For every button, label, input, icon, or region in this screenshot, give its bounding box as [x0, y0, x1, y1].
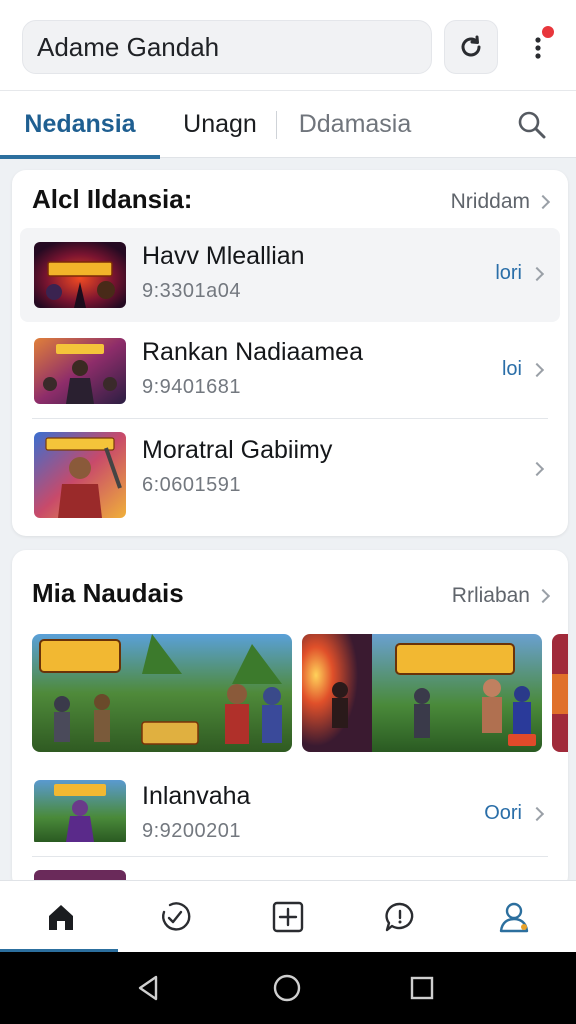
tab-nedansia[interactable]: Nedansia: [0, 91, 160, 157]
section-title: Mia Naudais: [32, 578, 184, 608]
item-action-label: loi: [501, 358, 522, 380]
nav-activity[interactable]: [153, 895, 197, 939]
list-item[interactable]: Rankan Nadiaamea 9:9401681 loi: [20, 324, 560, 418]
active-tab-indicator: [0, 155, 160, 159]
game-thumbnail: [34, 432, 126, 518]
system-home-button[interactable]: [269, 970, 305, 1006]
system-recents-button[interactable]: [404, 970, 440, 1006]
item-subtitle: 9:9200201: [142, 820, 242, 842]
section-see-all-link[interactable]: Nriddam: [450, 190, 551, 214]
list-item[interactable]: Havv Mleallian 9:3301a04 lori: [20, 228, 560, 322]
chevron-right-icon: [529, 362, 545, 377]
list-item[interactable]: Moratral Gabiimy 6:0601591: [20, 422, 560, 518]
chevron-right-icon: [535, 588, 551, 604]
item-title: Rankan Nadiaamea: [142, 338, 363, 366]
item-action[interactable]: loi: [501, 358, 545, 381]
nav-create[interactable]: [266, 895, 310, 939]
item-action[interactable]: Oori: [484, 802, 545, 825]
search-field-text: Adame Gandah: [37, 31, 220, 62]
featured-banner[interactable]: [32, 634, 292, 752]
chevron-right-icon: [535, 194, 551, 210]
refresh-icon: [461, 35, 481, 57]
featured-banner[interactable]: [302, 634, 542, 752]
tab-bar: Nedansia Unagn Ddamasia: [0, 90, 576, 159]
tab-unagn[interactable]: Unagn: [170, 91, 270, 157]
clock-check-icon: [162, 902, 191, 931]
chevron-right-icon: [529, 806, 545, 821]
refresh-button[interactable]: [444, 20, 498, 74]
tab-ddamasia[interactable]: Ddamasia: [290, 91, 420, 157]
item-subtitle: 6:0601591: [142, 474, 242, 496]
tab-search-button[interactable]: [512, 105, 552, 145]
tab-divider: [276, 111, 277, 139]
search-icon: [518, 111, 546, 139]
item-subtitle: 9:3301a04: [142, 280, 242, 302]
game-thumbnail: [34, 780, 126, 846]
system-navigation-bar: [0, 952, 576, 1024]
notification-dot: [540, 24, 556, 40]
chevron-right-icon: [529, 266, 545, 281]
game-thumbnail: [34, 338, 126, 404]
nav-home[interactable]: [39, 895, 83, 939]
chat-bubble-icon: [385, 902, 414, 932]
item-action-label: lori: [495, 262, 522, 284]
section-card-1: Alcl Ildansia: Nriddam Havv Mleallian 9:…: [12, 170, 568, 536]
section-see-all-link[interactable]: Rrliaban: [451, 584, 551, 608]
back-icon: [138, 975, 158, 1001]
item-action[interactable]: [522, 461, 545, 477]
list-item[interactable]: Inlanvaha 9:9200201 Oori: [20, 764, 560, 858]
recents-icon: [410, 976, 434, 1000]
home-circle-icon: [273, 974, 301, 1002]
nav-profile[interactable]: [492, 895, 536, 939]
section-link-label: Nriddam: [450, 190, 530, 213]
item-subtitle: 9:9401681: [142, 376, 242, 398]
nav-messages[interactable]: [378, 895, 422, 939]
row-divider: [32, 418, 548, 419]
section-title: Alcl Ildansia:: [32, 184, 193, 214]
section-card-2: Mia Naudais Rrliaban Inlanvaha 9:9200201…: [12, 550, 568, 890]
search-field[interactable]: Adame Gandah: [22, 20, 432, 74]
section-link-label: Rrliaban: [451, 584, 530, 607]
item-title: Havv Mleallian: [142, 242, 305, 270]
featured-banner-peek[interactable]: [552, 634, 568, 752]
top-bar: Adame Gandah: [0, 0, 576, 90]
row-divider: [32, 856, 548, 857]
user-icon: [499, 902, 529, 933]
chevron-right-icon: [529, 461, 545, 477]
item-action[interactable]: lori: [495, 262, 545, 285]
item-action-label: Oori: [484, 802, 522, 824]
game-thumbnail: [34, 242, 126, 308]
system-back-button[interactable]: [130, 970, 166, 1006]
item-title: Moratral Gabiimy: [142, 436, 333, 464]
plus-square-icon: [272, 901, 304, 933]
bottom-navigation: [0, 880, 576, 953]
home-icon: [49, 905, 73, 930]
item-title: Inlanvaha: [142, 782, 251, 810]
